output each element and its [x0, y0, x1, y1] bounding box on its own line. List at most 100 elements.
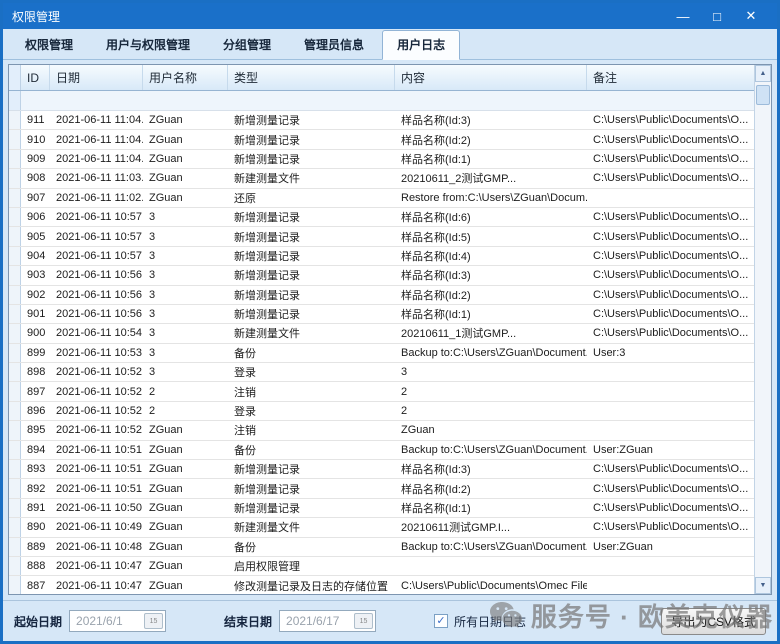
cell-type: 注销: [228, 421, 395, 439]
cell-content: 样品名称(Id:3): [395, 111, 587, 129]
cell-user: 3: [143, 324, 228, 342]
tab-4[interactable]: 用户日志: [382, 30, 460, 60]
row-gutter: [9, 130, 21, 148]
table-row[interactable]: 897 2021-06-11 10:52... 2 注销 2: [9, 382, 754, 401]
row-gutter: [9, 402, 21, 420]
table-row[interactable]: 888 2021-06-11 10:47... ZGuan 启用权限管理: [9, 557, 754, 576]
table-row[interactable]: 900 2021-06-11 10:54... 3 新建测量文件 2021061…: [9, 324, 754, 343]
cell-id: 888: [21, 557, 50, 575]
table-row[interactable]: 891 2021-06-11 10:50... ZGuan 新增测量记录 样品名…: [9, 499, 754, 518]
cell-date: 2021-06-11 11:04...: [50, 130, 143, 148]
row-gutter: [9, 247, 21, 265]
cell-remark: C:\Users\Public\Documents\O...: [587, 150, 754, 168]
column-header[interactable]: 备注: [587, 65, 754, 90]
table-row[interactable]: 902 2021-06-11 10:56... 3 新增测量记录 样品名称(Id…: [9, 286, 754, 305]
cell-content: 2: [395, 402, 587, 420]
row-gutter: [9, 111, 21, 129]
row-gutter: [9, 538, 21, 556]
column-header[interactable]: 用户名称: [143, 65, 228, 90]
cell-remark: [587, 189, 754, 207]
cell-date: 2021-06-11 10:51...: [50, 441, 143, 459]
table-row[interactable]: 904 2021-06-11 10:57... 3 新增测量记录 样品名称(Id…: [9, 247, 754, 266]
table-row[interactable]: 895 2021-06-11 10:52... ZGuan 注销 ZGuan: [9, 421, 754, 440]
cell-date: 2021-06-11 10:52...: [50, 382, 143, 400]
close-icon[interactable]: ✕: [734, 8, 768, 24]
end-date-input[interactable]: 2021/6/17 15: [279, 610, 376, 632]
cell-type: 备份: [228, 538, 395, 556]
all-dates-checkbox[interactable]: ✓: [434, 614, 448, 628]
maximize-icon[interactable]: □: [700, 9, 734, 24]
column-header[interactable]: 内容: [395, 65, 587, 90]
cell-id: 901: [21, 305, 50, 323]
cell-type: 启用权限管理: [228, 557, 395, 575]
table-row[interactable]: 899 2021-06-11 10:53... 3 备份 Backup to:C…: [9, 344, 754, 363]
table-row[interactable]: 903 2021-06-11 10:56... 3 新增测量记录 样品名称(Id…: [9, 266, 754, 285]
export-csv-button[interactable]: 导出为CSV格式: [661, 608, 766, 635]
cell-id: 889: [21, 538, 50, 556]
cell-remark: C:\Users\Public\Documents\O...: [587, 479, 754, 497]
tab-2[interactable]: 分组管理: [208, 30, 286, 59]
cell-date: 2021-06-11 10:51...: [50, 479, 143, 497]
start-date-input[interactable]: 2021/6/1 15: [69, 610, 166, 632]
new-row-placeholder[interactable]: [9, 91, 754, 111]
tab-0[interactable]: 权限管理: [10, 30, 88, 59]
table-row[interactable]: 906 2021-06-11 10:57... 3 新增测量记录 样品名称(Id…: [9, 208, 754, 227]
table-row[interactable]: 907 2021-06-11 11:02... ZGuan 还原 Restore…: [9, 189, 754, 208]
table-row[interactable]: 894 2021-06-11 10:51... ZGuan 备份 Backup …: [9, 441, 754, 460]
cell-id: 887: [21, 576, 50, 594]
cell-id: 894: [21, 441, 50, 459]
minimize-icon[interactable]: —: [666, 9, 700, 24]
table-row[interactable]: 893 2021-06-11 10:51... ZGuan 新增测量记录 样品名…: [9, 460, 754, 479]
table-row[interactable]: 911 2021-06-11 11:04... ZGuan 新增测量记录 样品名…: [9, 111, 754, 130]
table-row[interactable]: 892 2021-06-11 10:51... ZGuan 新增测量记录 样品名…: [9, 479, 754, 498]
cell-remark: [587, 421, 754, 439]
table-row[interactable]: 901 2021-06-11 10:56... 3 新增测量记录 样品名称(Id…: [9, 305, 754, 324]
cell-user: 3: [143, 227, 228, 245]
vertical-scrollbar[interactable]: ▲ ▼: [754, 65, 771, 594]
cell-date: 2021-06-11 10:56...: [50, 286, 143, 304]
tab-3[interactable]: 管理员信息: [289, 30, 379, 59]
calendar-icon[interactable]: 15: [354, 613, 373, 629]
cell-type: 新增测量记录: [228, 305, 395, 323]
calendar-icon[interactable]: 15: [144, 613, 163, 629]
scrollbar-thumb[interactable]: [756, 85, 770, 105]
cell-user: ZGuan: [143, 189, 228, 207]
cell-date: 2021-06-11 10:47...: [50, 576, 143, 594]
cell-user: 2: [143, 382, 228, 400]
column-header[interactable]: 类型: [228, 65, 395, 90]
cell-content: 样品名称(Id:2): [395, 286, 587, 304]
cell-user: 3: [143, 344, 228, 362]
cell-date: 2021-06-11 10:57...: [50, 208, 143, 226]
cell-user: ZGuan: [143, 557, 228, 575]
scroll-up-icon[interactable]: ▲: [755, 65, 771, 82]
cell-id: 891: [21, 499, 50, 517]
table-row[interactable]: 908 2021-06-11 11:03... ZGuan 新建测量文件 202…: [9, 169, 754, 188]
app-window: 权限管理 — □ ✕ 权限管理用户与权限管理分组管理管理员信息用户日志 ID日期…: [0, 0, 780, 644]
table-row[interactable]: 887 2021-06-11 10:47... ZGuan 修改测量记录及日志的…: [9, 576, 754, 594]
table-row[interactable]: 905 2021-06-11 10:57... 3 新增测量记录 样品名称(Id…: [9, 227, 754, 246]
cell-type: 新增测量记录: [228, 111, 395, 129]
column-header[interactable]: ID: [21, 65, 50, 90]
cell-type: 新建测量文件: [228, 169, 395, 187]
cell-remark: C:\Users\Public\Documents\O...: [587, 286, 754, 304]
cell-content: 样品名称(Id:3): [395, 266, 587, 284]
table-row[interactable]: 909 2021-06-11 11:04... ZGuan 新增测量记录 样品名…: [9, 150, 754, 169]
table-row[interactable]: 898 2021-06-11 10:52... 3 登录 3: [9, 363, 754, 382]
row-gutter: [9, 382, 21, 400]
table-row[interactable]: 890 2021-06-11 10:49... ZGuan 新建测量文件 202…: [9, 518, 754, 537]
row-gutter: [9, 208, 21, 226]
cell-remark: [587, 576, 754, 594]
cell-user: ZGuan: [143, 479, 228, 497]
cell-user: ZGuan: [143, 441, 228, 459]
column-header[interactable]: 日期: [50, 65, 143, 90]
cell-id: 906: [21, 208, 50, 226]
table-row[interactable]: 910 2021-06-11 11:04... ZGuan 新增测量记录 样品名…: [9, 130, 754, 149]
table-row[interactable]: 896 2021-06-11 10:52... 2 登录 2: [9, 402, 754, 421]
table-row[interactable]: 889 2021-06-11 10:48... ZGuan 备份 Backup …: [9, 538, 754, 557]
cell-date: 2021-06-11 11:04...: [50, 150, 143, 168]
scroll-down-icon[interactable]: ▼: [755, 577, 771, 594]
tab-1[interactable]: 用户与权限管理: [91, 30, 205, 59]
cell-remark: User:3: [587, 344, 754, 362]
cell-content: Restore from:C:\Users\ZGuan\Docum...: [395, 189, 587, 207]
window-controls: — □ ✕: [666, 8, 768, 24]
